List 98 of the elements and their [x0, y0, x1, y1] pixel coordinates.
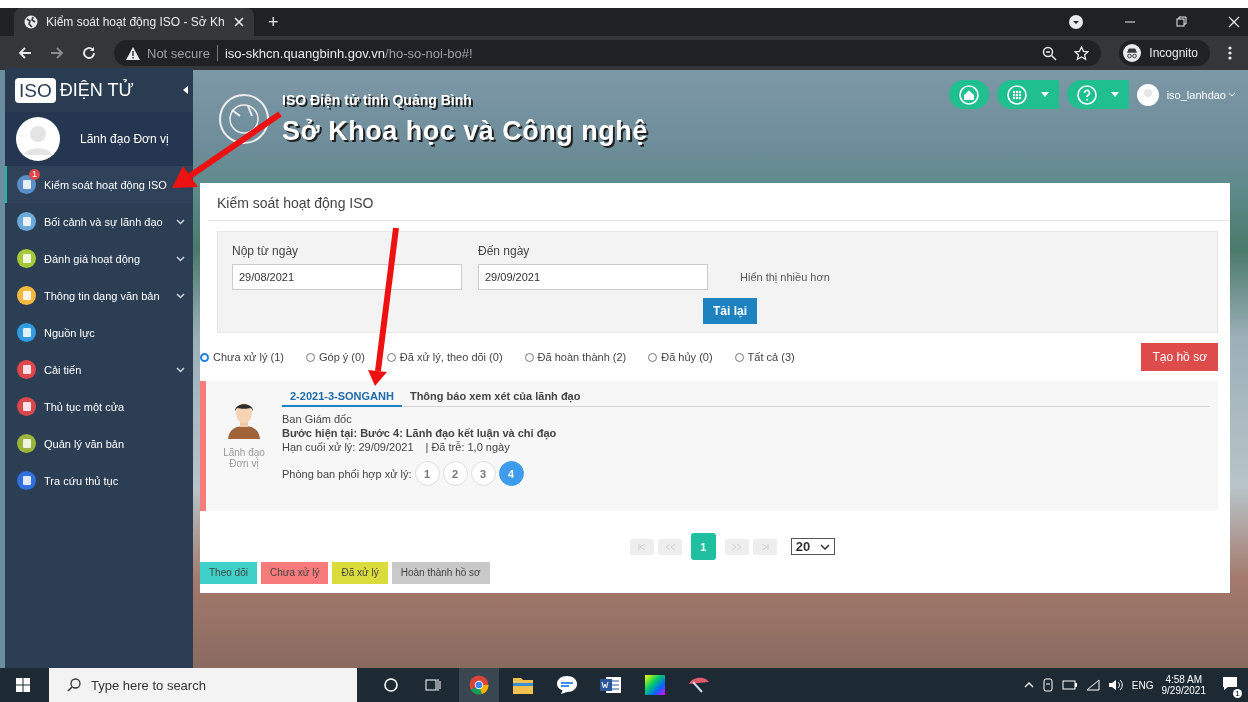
create-record-button[interactable]: Tạo hồ sơ [1141, 343, 1218, 371]
zoom-out-icon[interactable] [1042, 45, 1058, 61]
battery-icon[interactable] [1061, 680, 1078, 690]
status-legend-tag: Chưa xử lý [260, 562, 329, 584]
star-icon[interactable] [1074, 45, 1090, 61]
close-icon[interactable] [234, 17, 244, 27]
sidebar-item[interactable]: Quản lý văn bản [5, 425, 193, 462]
sidebar-item[interactable]: Thủ tục một cửa [5, 388, 193, 425]
reload-icon[interactable] [82, 46, 96, 60]
record-code-tab[interactable]: 2-2021-3-SONGANH [282, 387, 402, 407]
language-indicator[interactable]: ENG [1131, 679, 1154, 691]
user-avatar-icon[interactable] [1136, 83, 1159, 106]
status-radio[interactable]: Góp ý (0) [305, 351, 365, 363]
chat-app-icon[interactable] [556, 675, 578, 695]
status-radio[interactable]: Chưa xử lý (1) [200, 351, 284, 363]
sidebar-item[interactable]: 1 Kiểm soát hoạt động ISO [5, 166, 193, 203]
menu-icon[interactable] [1228, 45, 1232, 61]
caret-icon [1040, 92, 1049, 97]
record-title-tab[interactable]: Thông báo xem xét của lãnh đạo [401, 387, 589, 406]
taskbar-search-field[interactable]: Type here to search [49, 668, 357, 702]
sidebar-item[interactable]: Bối cảnh và sự lãnh đạo [5, 203, 193, 240]
url-text: iso-skhcn.quangbinh.gov.vn/ho-so-noi-bo#! [224, 45, 473, 61]
date-field[interactable]: 29/09/2021 [478, 264, 708, 290]
logo-text: ĐIỆN TỬ [59, 79, 134, 101]
step-circle[interactable]: 1 [414, 461, 440, 486]
role-label: Lãnh đạo Đơn vị [222, 447, 266, 469]
task-view-icon[interactable] [425, 677, 441, 693]
department-text: Ban Giám đốc [282, 413, 353, 425]
notification-badge: 1 [29, 169, 40, 180]
cortana-icon[interactable] [383, 677, 399, 693]
tab-title: Kiểm soát hoạt động ISO - Sở Kh [46, 15, 226, 29]
security-label: Not secure [147, 45, 210, 61]
site-title: Sở Khoa học và Công nghệ [282, 116, 648, 147]
date-field[interactable]: 29/08/2021 [232, 264, 462, 290]
sidebar-item[interactable]: Thông tin dạng văn bản [5, 277, 193, 314]
globe-icon [24, 15, 38, 29]
new-tab-button[interactable]: + [264, 11, 283, 33]
search-icon [67, 678, 81, 692]
umbrella-icon[interactable] [688, 675, 710, 695]
panel-title: Kiểm soát hoạt động ISO [208, 183, 1230, 221]
windows-start-icon[interactable] [16, 678, 30, 692]
status-radio[interactable]: Đã hoàn thành (2) [524, 351, 627, 363]
chevron-down-icon[interactable] [176, 255, 185, 262]
word-icon[interactable] [600, 676, 622, 694]
steps-label: Phòng ban phối hợp xử lý: [282, 467, 412, 480]
page-size-select[interactable]: 20 [790, 538, 836, 555]
back-icon[interactable] [18, 46, 32, 60]
sidebar-item[interactable]: Cải tiến [5, 351, 193, 388]
home-button[interactable] [948, 80, 989, 109]
chevron-down-icon [1228, 92, 1236, 97]
tab-search-icon[interactable] [1068, 14, 1084, 30]
incognito-button[interactable]: Incognito [1119, 40, 1210, 66]
step-circle[interactable]: 2 [442, 461, 468, 486]
color-spectrum-icon[interactable] [645, 675, 665, 695]
chrome-icon[interactable] [469, 675, 489, 695]
chevron-up-icon[interactable] [1023, 682, 1034, 688]
sidebar-item[interactable]: Nguồn lực [5, 314, 193, 351]
avatar-icon [16, 117, 60, 161]
status-legend-tag: Đã xử lý [332, 562, 388, 584]
status-radio[interactable]: Đã hủy (0) [648, 351, 713, 363]
restore-icon[interactable] [1176, 16, 1188, 28]
grid-icon [1006, 84, 1027, 105]
status-radio[interactable]: Đã xử lý, theo dõi (0) [386, 351, 503, 363]
late-text: | Đã trễ: 1,0 ngày [425, 441, 510, 453]
chevron-down-icon[interactable] [176, 292, 185, 299]
address-bar[interactable]: Not secure iso-skhcn.quangbinh.gov.vn/ho-so-noi-bo#! [114, 40, 1102, 66]
status-legend-tag: Hoàn thành hồ sơ [391, 562, 490, 584]
warning-icon [126, 46, 140, 60]
status-legend-tag: Theo dõi [200, 562, 257, 584]
chevron-down-icon[interactable] [176, 218, 185, 225]
field-label: Đến ngày [478, 244, 531, 258]
chevron-down-icon [820, 543, 831, 550]
help-button[interactable] [1066, 80, 1129, 109]
sidebar-item[interactable]: Tra cứu thủ tục [5, 462, 193, 499]
home-icon [958, 84, 979, 105]
status-radio[interactable]: Tất cả (3) [734, 351, 795, 363]
collapse-icon[interactable] [183, 86, 188, 94]
site-subtitle: ISO Điện tử tỉnh Quảng Bình [282, 92, 473, 108]
sidebar-item[interactable]: Đánh giá hoạt động [5, 240, 193, 277]
speaker-icon[interactable] [1107, 679, 1124, 691]
incognito-icon [1123, 44, 1142, 62]
current-step-text: Bước hiện tại: Bước 4: Lãnh đạo kết luận và chỉ đạo [282, 427, 558, 439]
browser-tab[interactable]: Kiểm soát hoạt động ISO - Sở Kh [14, 8, 254, 36]
show-more-link[interactable]: Hiển thị nhiều hơn [724, 271, 830, 290]
caret-icon [1110, 92, 1119, 97]
chevron-down-icon[interactable] [176, 366, 185, 373]
apps-button[interactable] [996, 80, 1059, 109]
step-circle[interactable]: 3 [470, 461, 496, 486]
deadline-text: Hạn cuối xử lý: 29/09/2021 [282, 441, 414, 453]
close-icon[interactable] [1228, 16, 1240, 28]
reload-button[interactable]: Tải lại [703, 298, 757, 324]
folder-icon[interactable] [513, 676, 533, 694]
field-label: Nộp từ ngày [232, 244, 300, 258]
forward-icon[interactable] [50, 46, 64, 60]
user-name: Lãnh đạo Đơn vị [80, 132, 169, 146]
help-icon [1076, 84, 1097, 105]
clock[interactable]: 4:58 AM 9/29/2021 [1161, 674, 1206, 696]
logo-badge: ISO [15, 77, 56, 103]
